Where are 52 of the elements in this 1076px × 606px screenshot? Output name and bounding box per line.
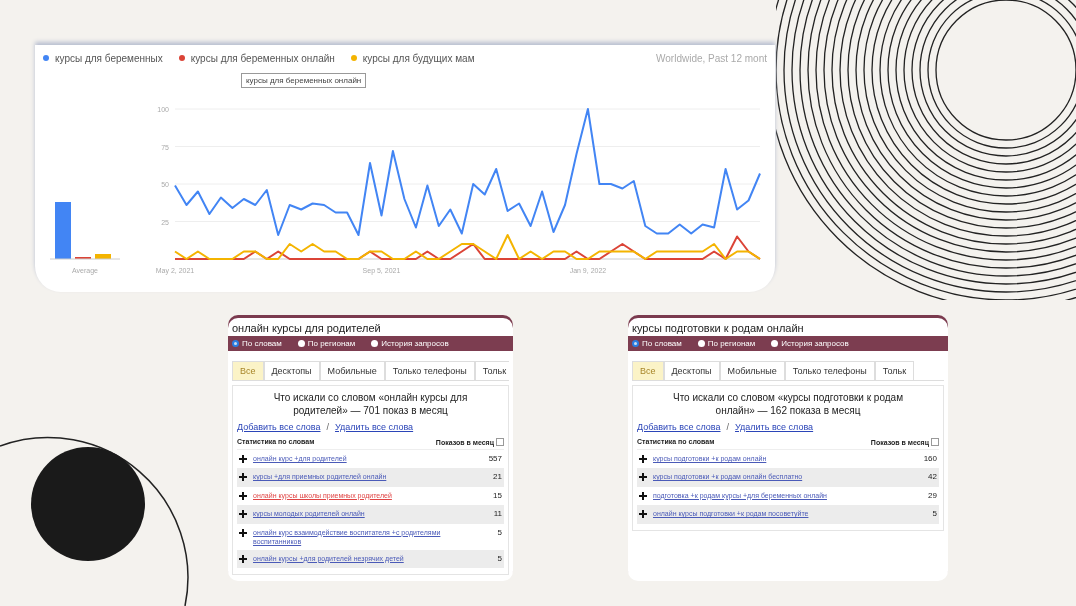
- average-bars-drawing: [49, 202, 121, 260]
- device-tab[interactable]: Тольк: [874, 361, 915, 380]
- device-tab[interactable]: Мобильные: [719, 361, 785, 380]
- legend-label[interactable]: курсы для беременных: [55, 52, 163, 64]
- impressions-count: 557: [487, 454, 502, 465]
- impressions-count: 15: [492, 490, 502, 502]
- help-icon[interactable]: [931, 438, 939, 446]
- add-all-link[interactable]: Добавить все слова: [237, 422, 321, 432]
- plus-icon[interactable]: [239, 509, 247, 519]
- legend-label[interactable]: курсы для беременных онлайн: [190, 52, 335, 64]
- separator: /: [326, 422, 330, 432]
- plus-icon[interactable]: [239, 553, 247, 563]
- plus-icon[interactable]: [639, 490, 647, 500]
- impressions-count: 11: [492, 509, 502, 520]
- plus-icon[interactable]: [639, 472, 647, 482]
- impressions-count: 29: [927, 490, 937, 502]
- mode-radio[interactable]: История запросов: [771, 339, 849, 348]
- query-title: курсы подготовки к родам онлайн: [631, 321, 805, 336]
- mode-radio[interactable]: По словам: [232, 339, 282, 348]
- mode-radio[interactable]: По словам: [632, 339, 682, 348]
- plus-icon[interactable]: [239, 472, 247, 482]
- device-tab[interactable]: Только телефоны: [384, 361, 475, 380]
- impressions-count: 5: [496, 553, 502, 565]
- impressions-count: 5: [496, 527, 502, 538]
- remove-all-link[interactable]: Удалить все слова: [335, 422, 414, 432]
- query-title: онлайн курсы для родителей: [231, 321, 382, 336]
- plus-icon[interactable]: [639, 454, 647, 463]
- scope-label: Worldwide, Past 12 mont: [656, 52, 767, 64]
- device-tab[interactable]: Только телефоны: [784, 361, 875, 380]
- mode-radio[interactable]: По регионам: [297, 339, 356, 348]
- plus-icon[interactable]: [239, 527, 247, 537]
- impressions-count: 21: [492, 472, 502, 483]
- device-tab[interactable]: Десктопы: [663, 361, 720, 380]
- legend-label[interactable]: курсы для будущих мам: [362, 52, 475, 64]
- remove-all-link[interactable]: Удалить все слова: [735, 422, 814, 432]
- device-tab[interactable]: Мобильные: [319, 361, 385, 380]
- plus-icon[interactable]: [239, 454, 247, 463]
- mode-radio[interactable]: История запросов: [371, 339, 449, 348]
- mode-radio[interactable]: По регионам: [697, 339, 756, 348]
- add-all-link[interactable]: Добавить все слова: [637, 422, 721, 432]
- impressions-count: 42: [927, 472, 937, 483]
- device-tab[interactable]: Тольк: [474, 361, 509, 380]
- plus-icon[interactable]: [239, 490, 247, 500]
- summary-text: Что искали со словом «курсы подготовки к родам онлайн» — 162 показа в месяц: [672, 392, 904, 417]
- tooltip: курсы для беременных онлайн: [241, 73, 367, 88]
- summary-text: Что искали со словом «онлайн курсы для родителей» — 701 показ в месяц: [272, 392, 469, 417]
- help-icon[interactable]: [496, 438, 504, 446]
- plus-icon[interactable]: [639, 509, 647, 519]
- impressions-count: 160: [922, 454, 937, 465]
- device-tab[interactable]: Десктопы: [263, 361, 320, 380]
- separator: /: [726, 422, 730, 432]
- impressions-count: 5: [931, 509, 937, 520]
